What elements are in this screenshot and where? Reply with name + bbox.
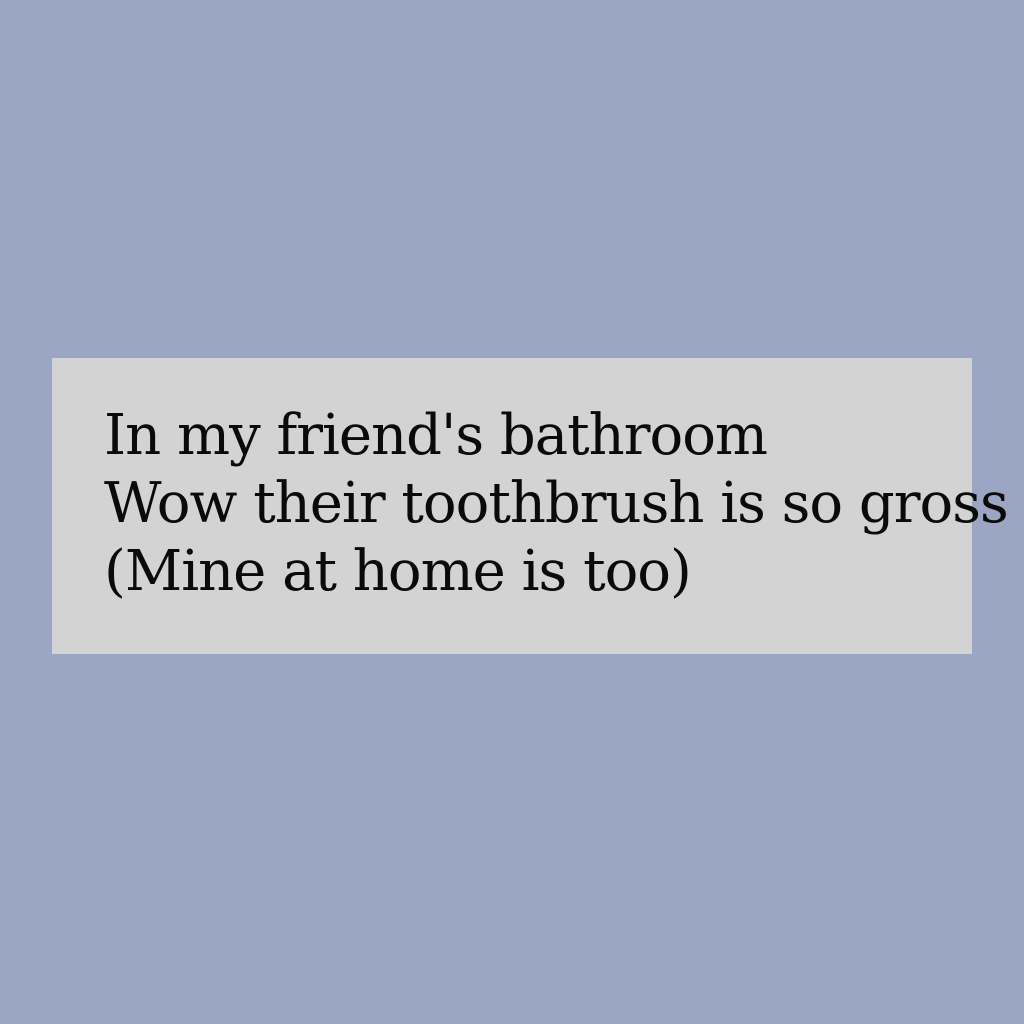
text-line-3: (Mine at home is too) [104,539,692,604]
text-card: In my friend's bathroom Wow their toothb… [52,358,1009,654]
text-line-2: Wow their toothbrush is so gross [104,471,1009,536]
text-line-1: In my friend's bathroom [104,403,768,468]
